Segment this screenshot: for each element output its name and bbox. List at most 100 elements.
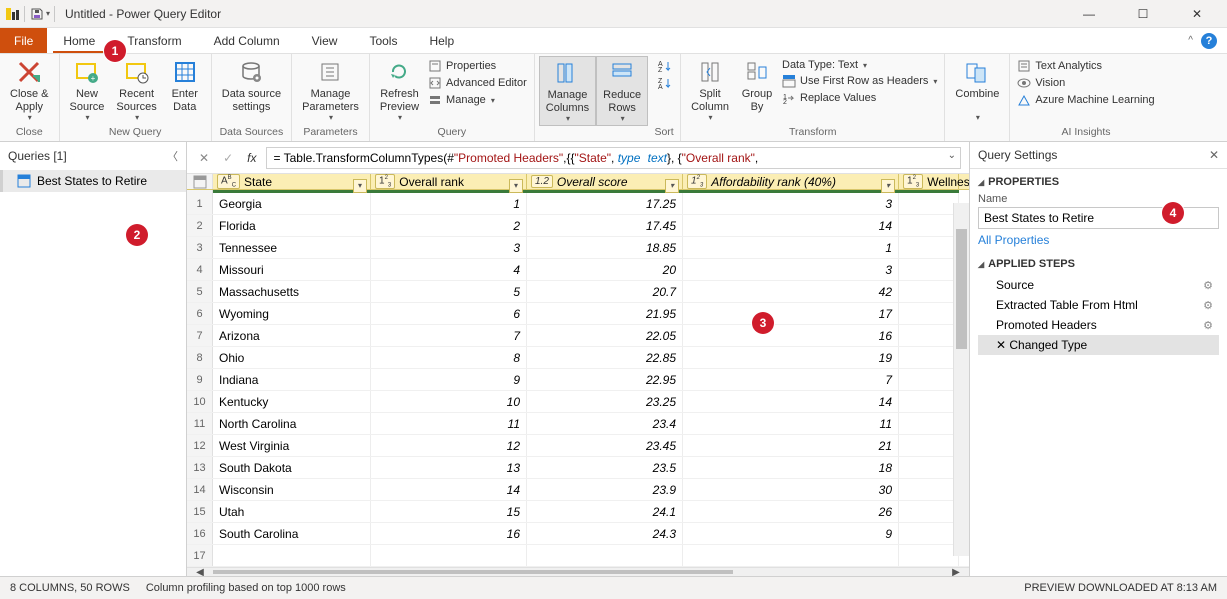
cell-well[interactable] [899, 347, 959, 368]
group-by-button[interactable]: Group By [735, 56, 779, 115]
minimize-button[interactable]: — [1071, 7, 1107, 21]
cell-rank[interactable]: 15 [371, 501, 527, 522]
sort-asc-button[interactable]: AZ [654, 58, 674, 74]
cell-aff[interactable]: 26 [683, 501, 899, 522]
table-row[interactable]: 7 Arizona 7 22.05 16 [187, 325, 969, 347]
column-header-rank[interactable]: 123Overall rank▾ [371, 174, 527, 189]
formula-cancel-icon[interactable]: ✕ [195, 149, 213, 167]
cell-state[interactable]: Missouri [213, 259, 371, 280]
cell-rank[interactable]: 8 [371, 347, 527, 368]
table-row[interactable]: 2 Florida 2 17.45 14 [187, 215, 969, 237]
gear-icon[interactable]: ⚙ [1203, 279, 1213, 292]
new-source-button[interactable]: + New Source▾ [64, 56, 111, 124]
combine-button[interactable]: Combine▾ [949, 56, 1005, 124]
split-column-button[interactable]: Split Column▾ [685, 56, 735, 124]
cell-score[interactable]: 23.9 [527, 479, 683, 500]
cell-rank[interactable]: 13 [371, 457, 527, 478]
table-row[interactable]: 1 Georgia 1 17.25 3 [187, 193, 969, 215]
formula-confirm-icon[interactable]: ✓ [219, 149, 237, 167]
cell-score[interactable]: 18.85 [527, 237, 683, 258]
cell-state[interactable]: Florida [213, 215, 371, 236]
save-icon[interactable] [29, 6, 45, 22]
cell-score[interactable]: 23.5 [527, 457, 683, 478]
table-row[interactable]: 15 Utah 15 24.1 26 [187, 501, 969, 523]
column-header-well[interactable]: 123Wellnes [899, 174, 959, 189]
table-row[interactable]: 9 Indiana 9 22.95 7 [187, 369, 969, 391]
table-row[interactable]: 17 [187, 545, 969, 567]
advanced-editor-button[interactable]: Advanced Editor [425, 75, 530, 91]
properties-section-header[interactable]: Properties [978, 173, 1219, 191]
recent-sources-button[interactable]: Recent Sources▾ [110, 56, 162, 124]
cell-well[interactable] [899, 545, 959, 566]
cell-score[interactable]: 23.25 [527, 391, 683, 412]
cell-aff[interactable]: 17 [683, 303, 899, 324]
cell-aff[interactable]: 1 [683, 237, 899, 258]
cell-well[interactable] [899, 259, 959, 280]
cell-rank[interactable]: 1 [371, 193, 527, 214]
fx-icon[interactable]: fx [243, 149, 260, 167]
applied-step[interactable]: Source⚙ [978, 275, 1219, 295]
tab-file[interactable]: File [0, 28, 47, 53]
first-row-headers-button[interactable]: Use First Row as Headers▾ [779, 73, 940, 89]
cell-aff[interactable]: 16 [683, 325, 899, 346]
column-header-score[interactable]: 1.2Overall score▾ [527, 174, 683, 189]
vision-button[interactable]: Vision [1014, 75, 1157, 91]
cell-state[interactable]: West Virginia [213, 435, 371, 456]
cell-rank[interactable]: 6 [371, 303, 527, 324]
help-icon[interactable]: ? [1201, 33, 1217, 49]
properties-button[interactable]: Properties [425, 58, 530, 74]
cell-state[interactable]: Indiana [213, 369, 371, 390]
tab-home[interactable]: Home [47, 30, 111, 52]
cell-state[interactable]: Wisconsin [213, 479, 371, 500]
manage-parameters-button[interactable]: Manage Parameters▾ [296, 56, 365, 124]
cell-score[interactable]: 22.85 [527, 347, 683, 368]
table-row[interactable]: 3 Tennessee 3 18.85 1 [187, 237, 969, 259]
column-filter-icon[interactable]: ▾ [881, 179, 895, 193]
cell-aff[interactable]: 21 [683, 435, 899, 456]
gear-icon[interactable]: ⚙ [1203, 319, 1213, 332]
cell-rank[interactable]: 3 [371, 237, 527, 258]
tab-add-column[interactable]: Add Column [198, 30, 296, 52]
cell-score[interactable]: 17.45 [527, 215, 683, 236]
enter-data-button[interactable]: Enter Data [163, 56, 207, 115]
cell-score[interactable]: 21.95 [527, 303, 683, 324]
cell-state[interactable]: North Carolina [213, 413, 371, 434]
table-row[interactable]: 16 South Carolina 16 24.3 9 [187, 523, 969, 545]
cell-score[interactable]: 20.7 [527, 281, 683, 302]
all-properties-link[interactable]: All Properties [978, 233, 1049, 247]
column-header-state[interactable]: ABCState▾ [213, 174, 371, 189]
qat-dropdown-icon[interactable]: ▾ [46, 9, 50, 18]
tab-help[interactable]: Help [413, 30, 470, 52]
cell-aff[interactable]: 42 [683, 281, 899, 302]
formula-input[interactable]: = Table.TransformColumnTypes(#"Promoted … [266, 147, 961, 169]
table-row[interactable]: 13 South Dakota 13 23.5 18 [187, 457, 969, 479]
column-filter-icon[interactable]: ▾ [353, 179, 367, 193]
cell-well[interactable] [899, 303, 959, 324]
replace-values-button[interactable]: 12Replace Values [779, 90, 940, 106]
cell-aff[interactable]: 18 [683, 457, 899, 478]
table-corner-button[interactable] [187, 174, 213, 189]
cell-aff[interactable]: 3 [683, 259, 899, 280]
close-window-button[interactable]: ✕ [1179, 7, 1215, 21]
cell-aff[interactable] [683, 545, 899, 566]
vertical-scrollbar[interactable] [953, 203, 969, 556]
cell-score[interactable]: 23.45 [527, 435, 683, 456]
table-row[interactable]: 11 North Carolina 11 23.4 11 [187, 413, 969, 435]
collapse-ribbon-icon[interactable]: ^ [1188, 35, 1193, 46]
cell-rank[interactable] [371, 545, 527, 566]
reduce-rows-button[interactable]: Reduce Rows▾ [596, 56, 648, 126]
applied-step[interactable]: Extracted Table From Html⚙ [978, 295, 1219, 315]
data-source-settings-button[interactable]: Data source settings [216, 56, 287, 115]
table-row[interactable]: 5 Massachusetts 5 20.7 42 [187, 281, 969, 303]
text-analytics-button[interactable]: Text Analytics [1014, 58, 1157, 74]
table-row[interactable]: 10 Kentucky 10 23.25 14 [187, 391, 969, 413]
cell-rank[interactable]: 9 [371, 369, 527, 390]
cell-aff[interactable]: 14 [683, 391, 899, 412]
table-row[interactable]: 14 Wisconsin 14 23.9 30 [187, 479, 969, 501]
horizontal-scrollbar[interactable]: ◀▶ [187, 567, 969, 576]
table-row[interactable]: 8 Ohio 8 22.85 19 [187, 347, 969, 369]
cell-state[interactable]: Ohio [213, 347, 371, 368]
cell-well[interactable] [899, 215, 959, 236]
cell-rank[interactable]: 7 [371, 325, 527, 346]
cell-score[interactable]: 23.4 [527, 413, 683, 434]
